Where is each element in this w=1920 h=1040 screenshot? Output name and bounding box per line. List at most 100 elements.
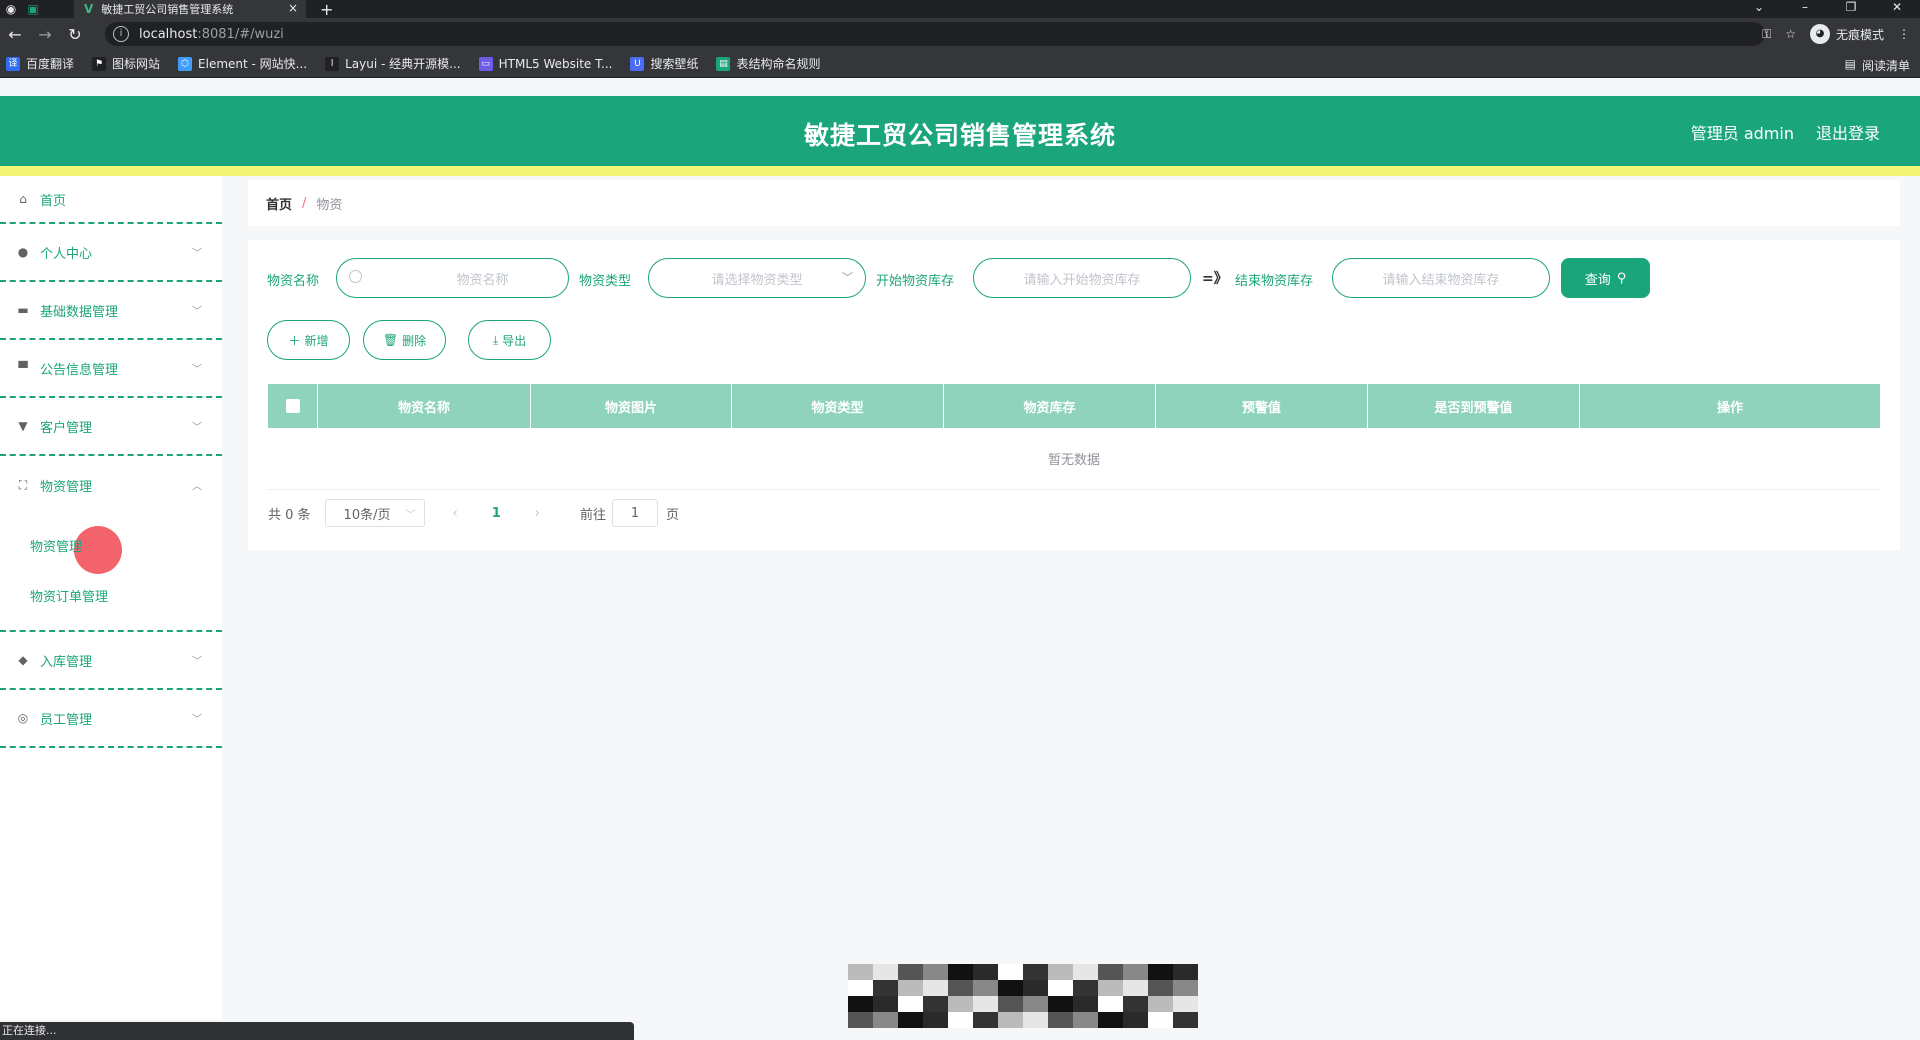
mosaic-block <box>1148 996 1173 1012</box>
page-size-select[interactable]: 10条/页 ﹀ <box>324 499 425 527</box>
type-select[interactable]: 请选择物资类型 ﹀ <box>648 258 866 298</box>
incognito-badge[interactable]: ◕ 无痕模式 <box>1809 24 1884 44</box>
bookmark-item[interactable]: ⬡ Element - 网站快... <box>178 55 307 72</box>
bookmark-item[interactable]: ▤ 表结构命名规则 <box>716 55 820 72</box>
name-search-input[interactable]: 物资名称 <box>336 258 569 298</box>
mosaic-block <box>848 996 873 1012</box>
pixelated-watermark <box>848 964 1198 1028</box>
export-button[interactable]: ⤓ 导出 <box>468 320 551 360</box>
sidebar-item-materials[interactable]: ⛶ 物资管理 ︿ <box>0 456 222 514</box>
restore-button[interactable]: ❐ <box>1828 0 1874 18</box>
minimize-button[interactable]: – <box>1782 0 1828 18</box>
window-close-button[interactable]: ✕ <box>1874 0 1920 18</box>
mosaic-block <box>1023 1012 1048 1028</box>
mosaic-block <box>1073 964 1098 980</box>
tab-close-icon[interactable]: × <box>288 1 298 15</box>
sidebar-item-notice[interactable]: ▀ 公告信息管理 ﹀ <box>0 340 222 398</box>
url-path: :8081/#/wuzi <box>197 26 284 42</box>
page-number-current[interactable]: 1 <box>492 506 501 521</box>
browser-tab-active[interactable]: V 敏捷工贸公司销售管理系统 × <box>74 0 306 18</box>
submenu-item-materials[interactable]: 物资管理 ☝ <box>0 520 222 576</box>
fullscreen-icon: ⛶ <box>18 478 28 492</box>
bookmark-star-icon[interactable]: ☆ <box>1785 27 1796 41</box>
mosaic-block <box>1048 996 1073 1012</box>
mosaic-block <box>1148 1012 1173 1028</box>
mosaic-block <box>848 1012 873 1028</box>
tab-search-icon[interactable]: ⌄ <box>1736 0 1782 18</box>
reload-icon[interactable]: ↻ <box>60 25 90 44</box>
mosaic-block <box>1123 980 1148 996</box>
start-stock-label: 开始物资库存 <box>876 274 955 289</box>
goto-page-input[interactable]: 1 <box>612 499 659 527</box>
pinned-tab-icon[interactable]: ▣ <box>22 0 44 18</box>
url-input[interactable]: i localhost:8081/#/wuzi <box>105 22 1765 46</box>
bookmark-favicon-icon: ⚑ <box>92 56 107 71</box>
sidebar-item-customer[interactable]: ▼ 客户管理 ﹀ <box>0 398 222 456</box>
address-bar-actions: ⚿ ☆ ◕ 无痕模式 ⋮ <box>1762 18 1910 50</box>
bookmark-favicon-icon: l <box>325 56 340 71</box>
bookmark-favicon-icon: U <box>630 56 645 71</box>
reading-list-button[interactable]: ▤ 阅读清单 <box>1845 57 1910 74</box>
select-all-checkbox[interactable] <box>285 399 300 413</box>
bookmark-item[interactable]: U 搜索壁纸 <box>630 55 698 72</box>
prev-page-icon[interactable]: ‹ <box>453 506 458 521</box>
chrome-menu-icon[interactable]: ◉ <box>0 0 22 18</box>
sidebar-item-label: 物资管理 <box>40 479 93 495</box>
table-header-cell[interactable]: 预警值 <box>1156 384 1368 428</box>
browser-menu-icon[interactable]: ⋮ <box>1898 27 1910 41</box>
search-icon: ⚲ <box>1616 270 1627 286</box>
add-button[interactable]: ＋ 新增 <box>267 320 350 360</box>
mosaic-block <box>948 980 973 996</box>
site-info-icon[interactable]: i <box>113 26 129 42</box>
sidebar-item-profile[interactable]: ● 个人中心 ﹀ <box>0 224 222 282</box>
back-icon[interactable]: ← <box>0 25 30 44</box>
table-header-cell[interactable]: 物资库存 <box>944 384 1156 428</box>
table-header-cell[interactable]: 物资图片 <box>531 384 732 428</box>
bookmark-favicon-icon: ▤ <box>716 56 731 71</box>
start-stock-input[interactable]: 请输入开始物资库存 <box>973 258 1191 298</box>
bookmark-label: Layui - 经典开源模... <box>345 57 461 71</box>
mosaic-block <box>1098 996 1123 1012</box>
sidebar-item-label: 个人中心 <box>40 246 93 262</box>
mosaic-block <box>1023 980 1048 996</box>
chevron-down-icon: ﹀ <box>842 271 853 284</box>
browser-status-bar: 正在连接... <box>0 1022 634 1040</box>
chair-icon: ▼ <box>18 419 28 433</box>
table-header-cell[interactable]: 物资类型 <box>732 384 944 428</box>
sidebar-item-label: 首页 <box>40 193 67 209</box>
sidebar: ⌂ 首页 ● 个人中心 ﹀ ▬ 基础数据管理 ﹀ ▀ 公告信息管理 ﹀ ▼ 客户… <box>0 176 222 1020</box>
mosaic-block <box>948 996 973 1012</box>
bookmark-item[interactable]: 译百度翻译 <box>6 55 74 72</box>
new-tab-button[interactable]: + <box>320 0 333 19</box>
empty-text: 暂无数据 <box>1047 453 1100 468</box>
table-header-cell[interactable]: 物资名称 <box>318 384 531 428</box>
sidebar-item-home[interactable]: ⌂ 首页 <box>0 176 222 224</box>
vue-logo-icon: V <box>84 2 94 16</box>
delete-button[interactable]: 🗑 删除 <box>363 320 446 360</box>
query-button[interactable]: 查询 ⚲ <box>1561 258 1650 298</box>
incognito-icon: ◕ <box>1809 24 1830 44</box>
end-stock-input[interactable]: 请输入结束物资库存 <box>1332 258 1550 298</box>
bookmark-item[interactable]: ▭ HTML5 Website T... <box>478 56 612 71</box>
next-page-icon[interactable]: › <box>535 506 540 521</box>
mosaic-block <box>898 1012 923 1028</box>
submenu-item-material-orders[interactable]: 物资订单管理 <box>0 570 222 620</box>
sidebar-item-label: 基础数据管理 <box>40 304 119 320</box>
sidebar-item-stock-in[interactable]: ◆ 入库管理 ﹀ <box>0 632 222 690</box>
breadcrumb-home[interactable]: 首页 <box>266 194 292 213</box>
mosaic-block <box>998 980 1023 996</box>
bookmark-item[interactable]: l Layui - 经典开源模... <box>325 55 461 72</box>
table-header-cell[interactable]: 是否到预警值 <box>1368 384 1580 428</box>
sidebar-item-label: 客户管理 <box>40 420 93 436</box>
mosaic-block <box>1023 964 1048 980</box>
table-empty-state: 暂无数据 <box>268 428 1880 490</box>
range-arrow: =》 <box>1202 271 1228 287</box>
forward-icon[interactable]: → <box>30 25 60 44</box>
header-accent-strip <box>0 166 1920 176</box>
logout-button[interactable]: 退出登录 <box>1816 120 1880 144</box>
sidebar-item-staff[interactable]: ◎ 员工管理 ﹀ <box>0 690 222 748</box>
sidebar-item-basic-data[interactable]: ▬ 基础数据管理 ﹀ <box>0 282 222 340</box>
key-icon[interactable]: ⚿ <box>1762 27 1771 42</box>
bookmark-item[interactable]: ⚑ 图标网站 <box>92 55 160 72</box>
plus-icon: ＋ <box>288 333 301 348</box>
